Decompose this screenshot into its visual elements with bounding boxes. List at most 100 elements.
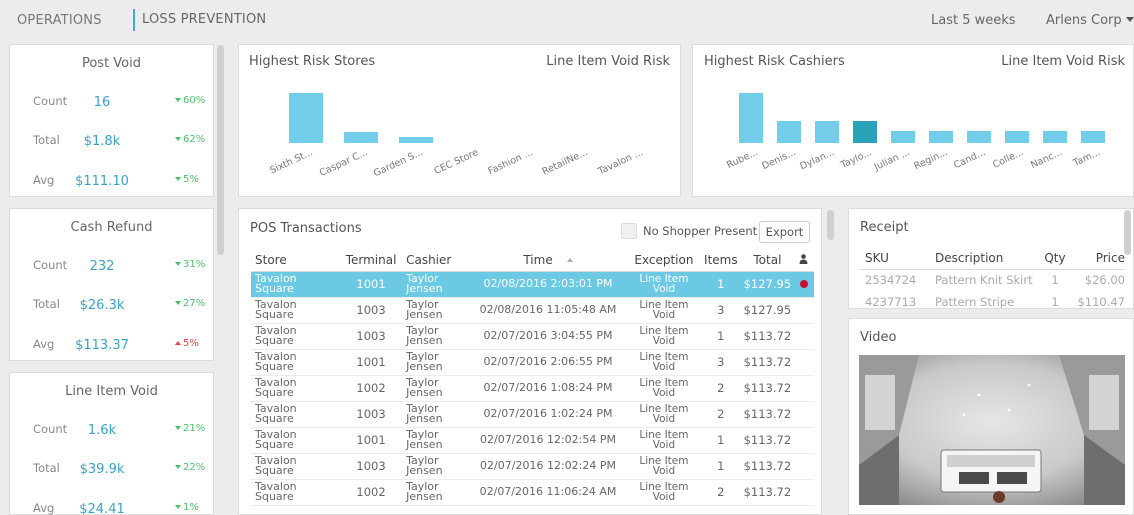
stat-value[interactable]: $113.37 [67,338,137,353]
chart-bar[interactable] [967,130,991,143]
stats-scrollbar[interactable] [217,45,224,255]
stat-change-value: 31% [183,259,206,270]
cell-total: $113.72 [741,427,794,454]
column-header-price: Price [1073,247,1125,270]
x-tick-label[interactable]: Sixth St... [268,147,314,176]
x-tick-label[interactable]: Dylan... [798,147,836,172]
x-tick-label[interactable]: Cand... [953,147,988,171]
cell-cashier: Taylor Jensen [402,401,469,428]
chart-bar[interactable] [891,130,915,143]
stat-change-value: 5% [183,338,199,349]
stat-change: 60% [175,95,205,106]
table-row[interactable]: Tavalon Square 1001 Taylor Jensen 02/08/201… [251,271,814,298]
column-header-items[interactable]: Items [700,249,742,272]
column-header-store[interactable]: Store [251,249,340,272]
cell-store: Tavalon Square [251,427,340,454]
tab-operations[interactable]: OPERATIONS [17,13,102,28]
table-header-row: SKU Description Qty Price [859,247,1125,270]
table-row[interactable]: 2534724 Pattern Knit Skirt 1 $26.00 [859,269,1125,291]
table-row[interactable]: Tavalon Square 1003 Taylor Jensen 02/07/201… [251,323,814,350]
chart-bar[interactable] [1081,130,1105,143]
stat-value[interactable]: $111.10 [67,174,137,189]
stat-card-title: Cash Refund [70,220,153,235]
stat-label: Total [33,133,60,147]
panel-title: POS Transactions [250,221,362,236]
table-row[interactable]: Tavalon Square 1003 Taylor Jensen 02/07/201… [251,401,814,428]
chart-bar[interactable] [777,120,801,143]
no-shopper-label: No Shopper Present [643,224,758,238]
column-header-cashier[interactable]: Cashier [402,249,469,272]
x-tick-label[interactable]: RetailNe... [541,147,590,178]
chart-bar[interactable] [1005,130,1029,143]
tab-loss-prevention[interactable]: LOSS PREVENTION [133,9,266,31]
chart-bar[interactable] [815,120,839,143]
cell-terminal: 1001 [340,427,403,454]
cell-store: Tavalon Square [251,349,340,376]
table-row[interactable]: Tavalon Square 1003 Taylor Jensen 02/08/201… [251,297,814,324]
table-row[interactable]: Tavalon Square 1003 Taylor Jensen 02/07/201… [251,453,814,480]
cell-time: 02/07/2016 11:06:24 AM [468,479,628,506]
stat-change: 21% [175,423,205,434]
column-header-shopper[interactable] [793,249,814,272]
chart-bar[interactable] [1043,130,1067,143]
cell-cashier: Taylor Jensen [402,427,469,454]
chart-bar[interactable] [399,137,433,143]
x-tick-label[interactable]: Tavalon ... [596,147,644,177]
stat-card-title: Line Item Void [65,384,158,399]
cell-time: 02/08/2016 2:03:01 PM [468,271,628,298]
panel-title: Receipt [860,220,909,235]
transactions-scrollbar[interactable] [827,210,834,240]
stat-label: Count [33,94,68,108]
receipt-scrollbar[interactable] [1124,210,1131,255]
table-row[interactable]: Tavalon Square 1002 Taylor Jensen 02/07/201… [251,375,814,402]
chart-bar[interactable] [289,93,323,143]
stat-value[interactable]: $24.41 [67,502,137,515]
chart-bar[interactable] [344,132,378,143]
stat-row: Avg $24.41 1% [10,501,213,515]
x-tick-label[interactable]: Regin... [913,147,950,172]
x-tick-label[interactable]: Taylo... [839,147,874,171]
table-row[interactable]: Tavalon Square 1001 Taylor Jensen 02/07/201… [251,427,814,454]
column-header-time-label: Time [523,252,553,267]
receipt-panel: Receipt SKU Description Qty Price 253472… [848,208,1134,309]
x-tick-label[interactable]: Denis... [761,147,798,172]
stat-value[interactable]: $39.9k [67,462,137,477]
cell-items: 1 [700,271,742,298]
x-tick-label[interactable]: Nanc... [1029,147,1064,171]
stat-value[interactable]: $26.3k [67,298,137,313]
cell-description: Pattern Stripe [935,295,1015,309]
export-button[interactable]: Export [759,221,810,243]
table-row[interactable]: Tavalon Square 1002 Taylor Jensen 02/07/201… [251,479,814,506]
stat-value[interactable]: $1.8k [67,134,137,149]
table-row[interactable]: Tavalon Square 1001 Taylor Jensen 02/07/201… [251,349,814,376]
column-header-total[interactable]: Total [741,249,794,272]
period-selector[interactable]: Last 5 weeks [931,13,1016,28]
cell-time: 02/08/2016 11:05:48 AM [468,297,628,324]
x-tick-label[interactable]: Colle... [991,147,1025,171]
chart-bar[interactable] [853,120,877,143]
company-label: Arlens Corp [1046,13,1122,28]
stat-value[interactable]: 232 [67,259,137,274]
x-tick-label[interactable]: Caspar C... [318,147,370,179]
stat-value[interactable]: 1.6k [67,423,137,438]
x-tick-label[interactable]: Fashion ... [487,147,535,177]
x-tick-label[interactable]: Tam... [1071,147,1101,169]
x-tick-label[interactable]: Julian ... [873,147,912,173]
video-player[interactable] [859,355,1125,505]
column-header-terminal[interactable]: Terminal [340,249,403,272]
column-header-time[interactable]: Time [468,249,628,272]
x-tick-label[interactable]: Rube... [725,147,760,171]
chart-bar[interactable] [929,130,953,143]
cell-terminal: 1002 [340,375,403,402]
chart-bar[interactable] [739,93,763,143]
company-selector[interactable]: Arlens Corp [1046,13,1134,28]
column-header-exception[interactable]: Exception [627,249,701,272]
x-tick-label[interactable]: Garden S... [372,147,425,179]
stat-value[interactable]: 16 [67,95,137,110]
stat-row: Total $1.8k 62% [10,133,213,153]
cell-cashier: Taylor Jensen [402,479,469,506]
stat-change-value: 27% [183,298,206,309]
x-tick-label[interactable]: CEC Store [432,147,480,177]
no-shopper-checkbox[interactable] [621,223,637,239]
table-row[interactable]: 4237713 Pattern Stripe 1 $110.47 [859,291,1125,309]
